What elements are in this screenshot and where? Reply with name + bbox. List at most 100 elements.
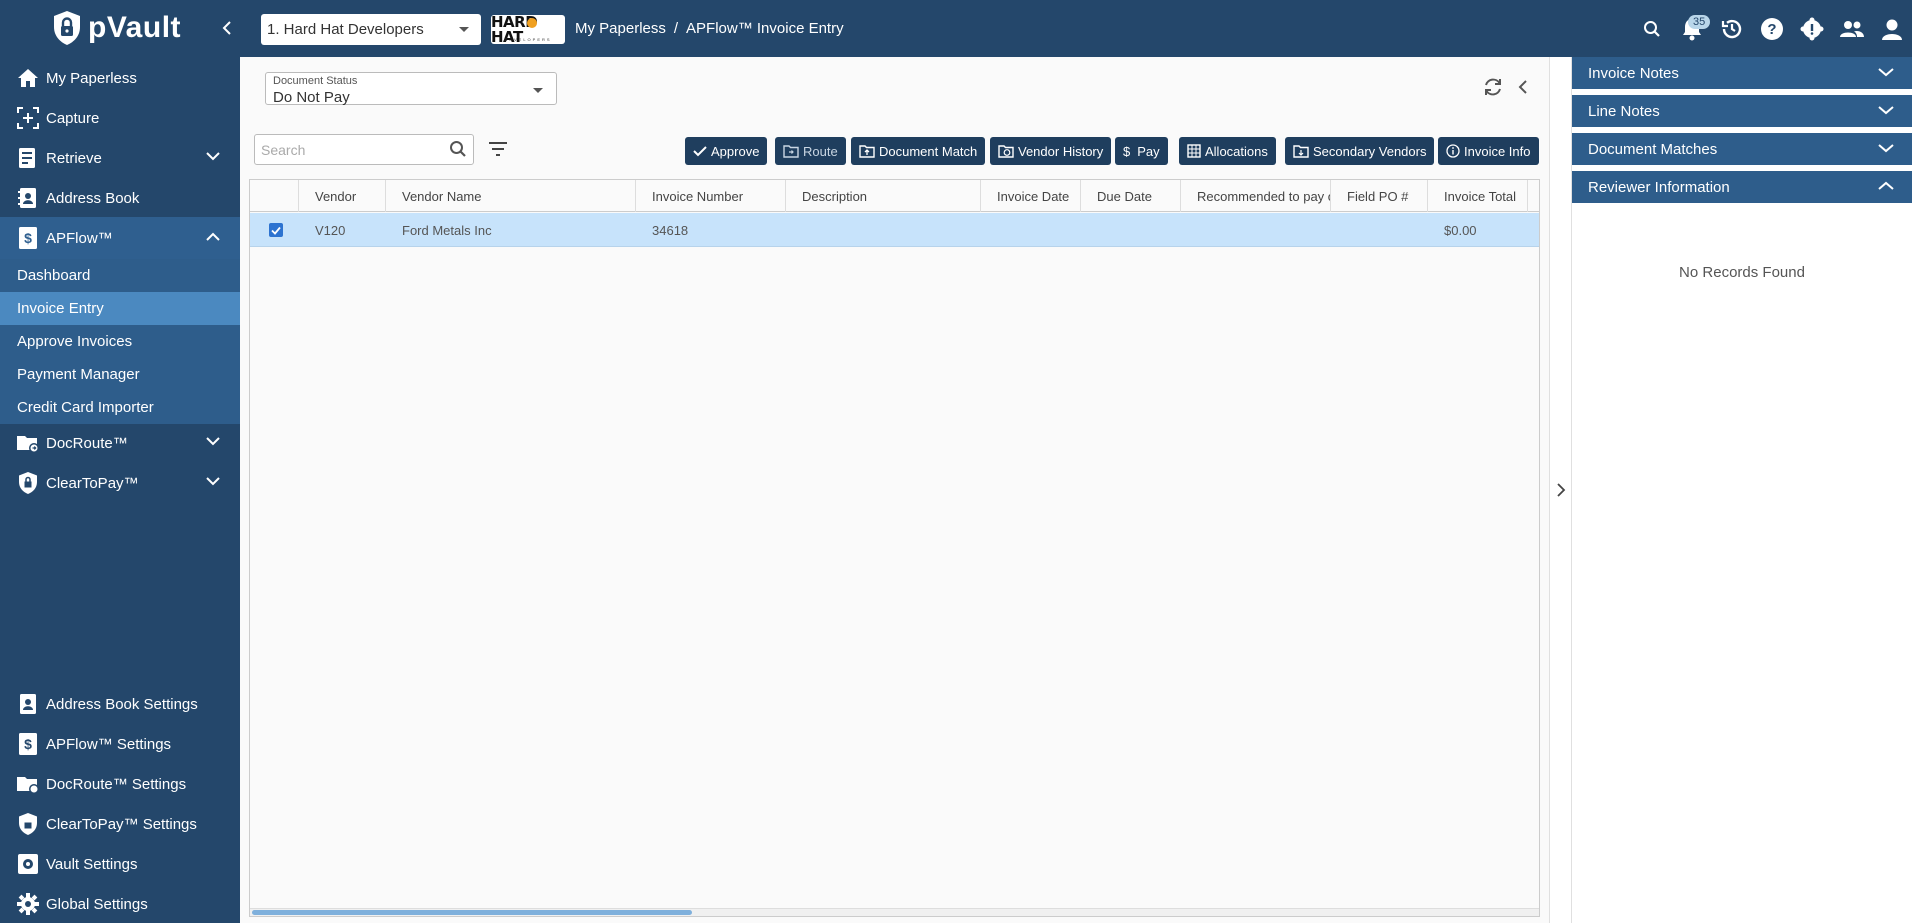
sidebar-item-address-book-settings[interactable]: Address Book Settings — [0, 685, 240, 723]
search-input[interactable] — [255, 135, 435, 164]
sub-item-label: Invoice Entry — [17, 300, 104, 317]
section-document-matches[interactable]: Document Matches — [1572, 133, 1912, 168]
horizontal-scrollbar[interactable] — [250, 908, 1539, 916]
sidebar-item-cleartopay[interactable]: ClearToPay™ — [0, 464, 240, 502]
refresh-icon[interactable] — [1482, 76, 1504, 98]
address-book-icon — [16, 692, 40, 716]
sidebar-item-cleartopay-settings[interactable]: ClearToPay™ Settings — [0, 805, 240, 843]
cell-recommended — [1181, 213, 1331, 247]
column-header-field-po[interactable]: Field PO # — [1331, 180, 1428, 212]
invoice-dollar-icon: $ — [16, 226, 40, 250]
chevron-left-icon[interactable] — [1515, 76, 1531, 98]
sidebar-item-label: Retrieve — [46, 149, 102, 167]
row-checkbox[interactable] — [269, 223, 283, 237]
help-icon[interactable]: ? — [1752, 9, 1792, 49]
folder-icon — [1293, 145, 1309, 158]
home-icon — [16, 66, 40, 90]
cell-description — [786, 213, 981, 247]
sidebar-item-label: DocRoute™ Settings — [46, 775, 187, 793]
chevron-down-icon — [1878, 68, 1894, 77]
select-column-header[interactable] — [250, 180, 299, 212]
section-label: Document Matches — [1588, 140, 1718, 158]
svg-text:$: $ — [24, 230, 32, 246]
route-button[interactable]: Route — [775, 137, 846, 165]
folder-route-icon — [16, 772, 40, 796]
column-header-vendor-name[interactable]: Vendor Name — [386, 180, 636, 212]
company-logo-subtext: DEVELOPERS — [504, 37, 552, 42]
vault-icon — [16, 852, 40, 876]
breadcrumb-my-paperless[interactable]: My Paperless — [575, 20, 666, 37]
column-header-due-date[interactable]: Due Date — [1081, 180, 1181, 212]
folder-upload-icon — [859, 145, 875, 158]
collapse-sidebar-button[interactable] — [216, 16, 238, 40]
column-header-invoice-number[interactable]: Invoice Number — [636, 180, 786, 212]
section-reviewer-information[interactable]: Reviewer Information — [1572, 171, 1912, 206]
sidebar-item-apflow[interactable]: $ APFlow™ — [0, 217, 240, 259]
pay-button[interactable]: $ Pay — [1115, 137, 1168, 165]
dollar-icon: $ — [1123, 143, 1131, 159]
alert-gear-icon[interactable] — [1792, 9, 1832, 49]
sub-item-label: Approve Invoices — [17, 333, 133, 350]
check-icon — [693, 146, 707, 157]
sidebar-item-label: Address Book — [46, 189, 140, 207]
column-header-vendor[interactable]: Vendor — [299, 180, 386, 212]
sidebar-item-label: APFlow™ Settings — [46, 735, 172, 753]
pay-label: Pay — [1137, 143, 1160, 159]
svg-text:$: $ — [24, 736, 32, 752]
sidebar-item-docroute[interactable]: DocRoute™ — [0, 424, 240, 462]
sidebar-item-address-book[interactable]: Address Book — [0, 179, 240, 217]
search-icon[interactable] — [1632, 9, 1672, 49]
column-header-invoice-total[interactable]: Invoice Total — [1428, 180, 1528, 212]
column-header-invoice-date[interactable]: Invoice Date — [981, 180, 1081, 212]
scrollbar-thumb[interactable] — [252, 910, 692, 915]
breadcrumb: My Paperless / APFlow™ Invoice Entry — [575, 20, 844, 37]
sub-item-label: Payment Manager — [17, 366, 140, 383]
sidebar-subitem-approve-invoices[interactable]: Approve Invoices — [0, 325, 240, 358]
sidebar-subitem-invoice-entry[interactable]: Invoice Entry — [0, 292, 240, 325]
column-header-description[interactable]: Description — [786, 180, 981, 212]
top-icons: 35 ? — [1632, 0, 1912, 57]
sidebar: My Paperless Capture Retrieve Address Bo… — [0, 57, 240, 923]
company-select[interactable]: 1. Hard Hat Developers — [261, 14, 481, 45]
cell-field-po — [1331, 213, 1428, 247]
secondary-vendors-button[interactable]: Secondary Vendors — [1285, 137, 1435, 165]
secondary-vendors-label: Secondary Vendors — [1313, 143, 1427, 159]
vendor-history-button[interactable]: Vendor History — [990, 137, 1112, 165]
sidebar-item-apflow-settings[interactable]: $ APFlow™ Settings — [0, 725, 240, 763]
section-line-notes[interactable]: Line Notes — [1572, 95, 1912, 130]
sidebar-item-label: APFlow™ — [46, 229, 113, 247]
notifications-icon[interactable]: 35 — [1672, 9, 1712, 49]
info-icon — [1446, 144, 1460, 158]
invoice-info-button[interactable]: Invoice Info — [1438, 137, 1539, 165]
section-invoice-notes[interactable]: Invoice Notes — [1572, 57, 1912, 92]
sidebar-subitem-payment-manager[interactable]: Payment Manager — [0, 358, 240, 391]
approve-button[interactable]: Approve — [685, 137, 768, 165]
account-icon[interactable] — [1872, 9, 1912, 49]
users-icon[interactable] — [1832, 9, 1872, 49]
history-icon[interactable] — [1712, 9, 1752, 49]
app-logo[interactable]: pVault — [52, 10, 181, 46]
allocations-button[interactable]: Allocations — [1179, 137, 1276, 165]
column-header-recommended[interactable]: Recommended to pay on — [1181, 180, 1331, 212]
sidebar-subitem-dashboard[interactable]: Dashboard — [0, 259, 240, 292]
sidebar-item-retrieve[interactable]: Retrieve — [0, 139, 240, 177]
chevron-down-icon — [206, 437, 220, 446]
filter-icon[interactable] — [488, 141, 508, 157]
document-status-select[interactable]: Document Status Do Not Pay — [265, 72, 557, 106]
sidebar-item-label: ClearToPay™ — [46, 474, 139, 492]
document-match-button[interactable]: Document Match — [851, 137, 986, 165]
app-name: pVault — [88, 11, 182, 44]
search-icon[interactable] — [449, 140, 467, 158]
breadcrumb-separator: / — [673, 20, 679, 37]
sidebar-subitem-credit-card-importer[interactable]: Credit Card Importer — [0, 391, 240, 424]
table-row[interactable]: V120 Ford Metals Inc 34618 $0.00 — [250, 213, 1539, 247]
sidebar-item-capture[interactable]: Capture — [0, 99, 240, 137]
sidebar-item-global-settings[interactable]: Global Settings — [0, 885, 240, 923]
sidebar-item-docroute-settings[interactable]: DocRoute™ Settings — [0, 765, 240, 803]
folder-route-icon — [783, 145, 799, 158]
toggle-right-panel[interactable] — [1550, 57, 1572, 923]
cell-vendor: V120 — [315, 222, 346, 238]
sidebar-item-vault-settings[interactable]: Vault Settings — [0, 845, 240, 883]
sidebar-item-my-paperless[interactable]: My Paperless — [0, 59, 240, 97]
document-status-label: Document Status — [273, 75, 358, 87]
